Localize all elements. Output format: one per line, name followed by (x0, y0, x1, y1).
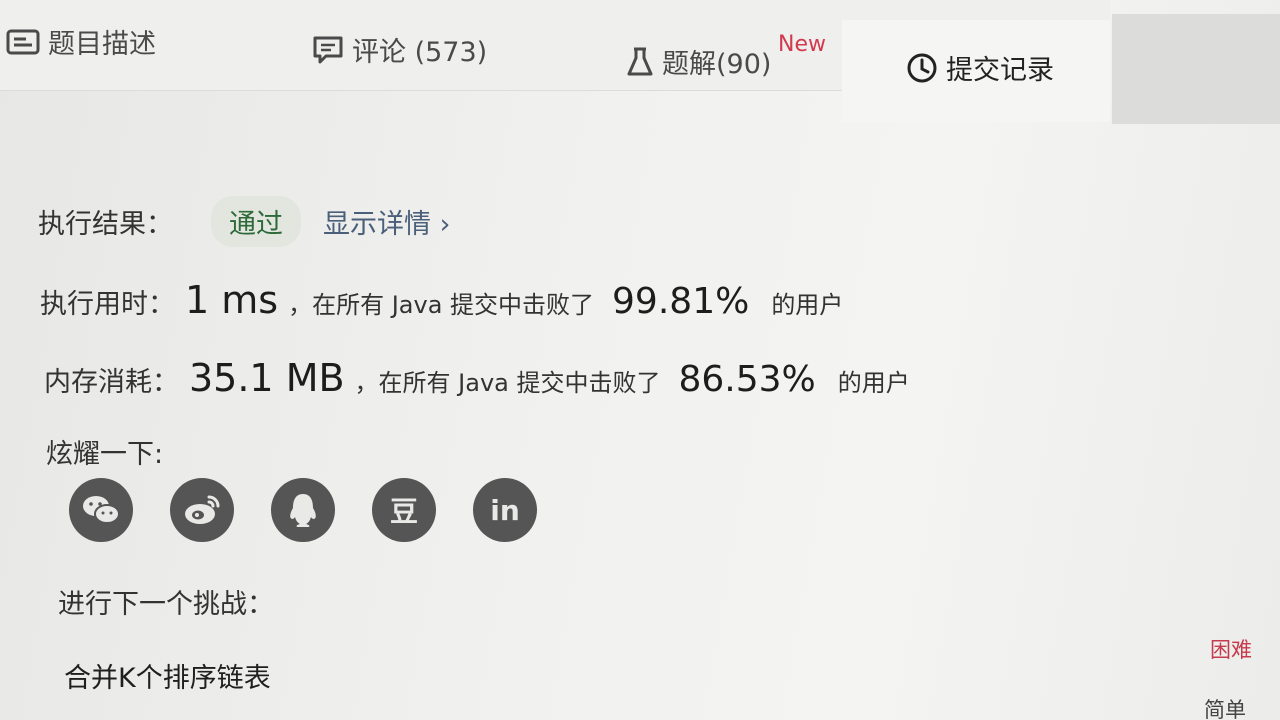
tab-comments[interactable]: 评论 (573) (312, 30, 487, 69)
tab-description[interactable]: 题目描述 (6, 22, 156, 61)
runtime-value: 1 ms (185, 278, 279, 322)
share-section-label: 炫耀一下: (46, 432, 163, 471)
share-buttons: 豆 in (69, 478, 537, 542)
tab-solutions[interactable]: 题解(90) (626, 42, 771, 81)
next-problem-link[interactable]: 合并K个排序链表 (64, 656, 271, 695)
memory-label: 内存消耗： (44, 367, 179, 398)
wechat-icon (83, 496, 120, 524)
memory-suffix: 的用户 (837, 369, 910, 397)
result-label: 执行结果： (38, 209, 173, 240)
qq-icon (290, 494, 316, 527)
share-qq-button[interactable] (271, 478, 335, 542)
difficulty-hard-badge: 困难 (1210, 638, 1252, 662)
show-details-link[interactable]: 显示详情 › (323, 202, 450, 241)
tab-bar: 题目描述 评论 (573) 题解(90) New 提交记录 (0, 0, 1280, 124)
memory-prefix: ，在所有 Java 提交中击败了 (354, 369, 661, 397)
memory-row: 内存消耗： 35.1 MB ，在所有 Java 提交中击败了 86.53% 的用… (44, 356, 910, 400)
result-row: 执行结果： 通过 显示详情 › (38, 196, 450, 247)
share-wechat-button[interactable] (69, 478, 133, 542)
status-badge: 通过 (211, 196, 301, 247)
tab-comments-label: 评论 (573) (352, 37, 488, 68)
page: 题目描述 评论 (573) 题解(90) New 提交记录 执行结果： 通过 显… (0, 0, 1280, 720)
new-badge: New (778, 32, 826, 57)
flask-icon (627, 47, 653, 75)
runtime-prefix: ，在所有 Java 提交中击败了 (288, 291, 595, 319)
next-challenge-section: 进行下一个挑战： (58, 582, 274, 621)
runtime-suffix: 的用户 (771, 291, 844, 319)
runtime-percent: 99.81% (612, 281, 750, 322)
memory-percent: 86.53% (678, 359, 816, 400)
next-challenge-label: 进行下一个挑战： (58, 589, 274, 620)
memory-value: 35.1 MB (189, 356, 345, 400)
clock-icon (907, 53, 937, 82)
share-linkedin-button[interactable]: in (473, 478, 537, 542)
runtime-row: 执行用时： 1 ms ，在所有 Java 提交中击败了 99.81% 的用户 (40, 278, 843, 322)
share-douban-button[interactable]: 豆 (372, 478, 436, 542)
tab-submissions-label: 提交记录 (946, 55, 1054, 86)
share-label: 炫耀一下: (46, 439, 164, 470)
runtime-label: 执行用时： (40, 289, 175, 320)
tab-bar-right-panel (1112, 14, 1280, 124)
comment-icon (313, 36, 343, 63)
share-weibo-button[interactable] (170, 478, 234, 542)
difficulty-easy-badge: 简单 (1204, 698, 1246, 720)
tab-submissions[interactable]: 提交记录 (906, 48, 1054, 87)
douban-icon: 豆 (389, 495, 418, 528)
tab-description-label: 题目描述 (48, 29, 156, 60)
weibo-icon (185, 495, 220, 524)
description-icon (6, 29, 40, 54)
tab-solutions-label: 题解(90) (662, 49, 772, 80)
linkedin-icon: in (490, 493, 520, 527)
